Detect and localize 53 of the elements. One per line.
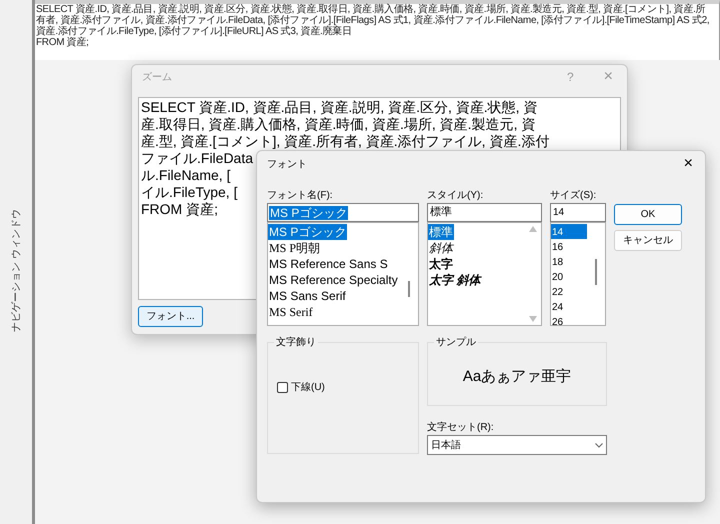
checkbox[interactable] <box>277 382 288 393</box>
field-label: フォント名(F): <box>267 189 334 203</box>
list-item[interactable]: MS Sans Serif <box>268 288 347 304</box>
list-item[interactable]: 太字 <box>428 256 454 272</box>
list-item[interactable]: MS Serif <box>268 304 314 320</box>
text-line: イル.FileType, [ <box>141 184 238 201</box>
field-label: スタイル(Y): <box>427 189 484 203</box>
sample-text: Aaあぁアァ亜宇 <box>462 366 572 387</box>
field-value: 14 <box>553 206 564 220</box>
font-name-field[interactable]: MS Pゴシック <box>267 203 419 222</box>
list-item[interactable]: 16 <box>551 239 587 254</box>
scrollbar-thumb[interactable] <box>408 281 410 297</box>
list-item[interactable]: MS Pゴシック <box>268 224 348 240</box>
window-title: ズーム <box>142 70 173 84</box>
cancel-button[interactable]: キャンセル <box>614 230 682 251</box>
text-line: 産.型, 資産.[コメント], 資産.所有者, 資産.添付ファイル, 資産.添付 <box>141 133 550 150</box>
field-value: 標準 <box>430 205 452 220</box>
list-item[interactable]: 26 <box>551 314 587 325</box>
list-item[interactable]: MS Reference Sans S <box>268 256 389 272</box>
underline-checkbox[interactable]: 下線(U) <box>277 380 325 395</box>
selected-text: MS Pゴシック <box>269 206 348 220</box>
text-line: SELECT 資産.ID, 資産.品目, 資産.説明, 資産.区分, 資産.状態, 資 <box>141 99 538 116</box>
list-item[interactable]: MS Reference Specialty <box>268 272 399 288</box>
scrollbar-thumb[interactable] <box>595 259 597 285</box>
field-label: サイズ(S): <box>550 189 598 203</box>
close-button[interactable]: × <box>684 152 693 176</box>
text-line: ル.FileName, [ <box>141 167 230 184</box>
group-title: 文字飾り <box>274 335 318 350</box>
ok-button[interactable]: OK <box>614 204 682 225</box>
list-item[interactable]: 20 <box>551 269 587 284</box>
list-item[interactable]: 標準 <box>428 224 454 240</box>
list-item[interactable]: MS P明朝 <box>268 240 322 256</box>
list-item[interactable]: 斜体 <box>428 240 454 256</box>
sql-text-area[interactable] <box>35 0 720 60</box>
style-field[interactable]: 標準 <box>427 203 542 222</box>
text-line: ファイル.FileData <box>141 150 254 167</box>
scroll-up-icon[interactable] <box>529 226 537 232</box>
font-button[interactable]: フォント... <box>138 306 203 327</box>
list-item[interactable]: 22 <box>551 284 587 299</box>
text-line: 産.取得日, 資産.購入価格, 資産.時価, 資産.場所, 資産.製造元, 資 <box>141 116 536 133</box>
navigation-pane-label: ナビゲーション ウィンドウ <box>10 208 22 332</box>
text-line: FROM 資産; <box>141 201 218 218</box>
sql-text: SELECT 資産.ID, 資産.品目, 資産.説明, 資産.区分, 資産.状態, 資産.取得日, 資産.購入価格, 資産.時価, 資産.場所, 資産.製造元, 資産.型, 資産.[コメント], 資産.所有者, 資産.添付ファイル, 資産.添付ファイル.FileData, [添付ファイル].[FileFlags] AS 式1, 資産.添付ファイル.FileName, [添付ファイル].[FileTimeStamp] AS 式2, 資産.添付ファイル.FileType, [添付ファイル].[FileURL] AS 式3, 資産.廃棄日 FROM 資産; <box>36 4 710 48</box>
field-label: 文字セット(R): <box>427 421 495 435</box>
list-item[interactable]: 14 <box>551 224 587 239</box>
size-field[interactable]: 14 <box>550 203 606 222</box>
list-item[interactable]: 18 <box>551 254 587 269</box>
list-item[interactable]: 太字 斜体 <box>428 272 482 288</box>
scroll-down-icon[interactable] <box>529 316 537 322</box>
window-title: フォント <box>267 158 308 172</box>
list-item[interactable]: 24 <box>551 299 587 314</box>
chevron-down-icon <box>595 442 603 448</box>
charset-dropdown[interactable]: 日本語 <box>427 435 607 455</box>
